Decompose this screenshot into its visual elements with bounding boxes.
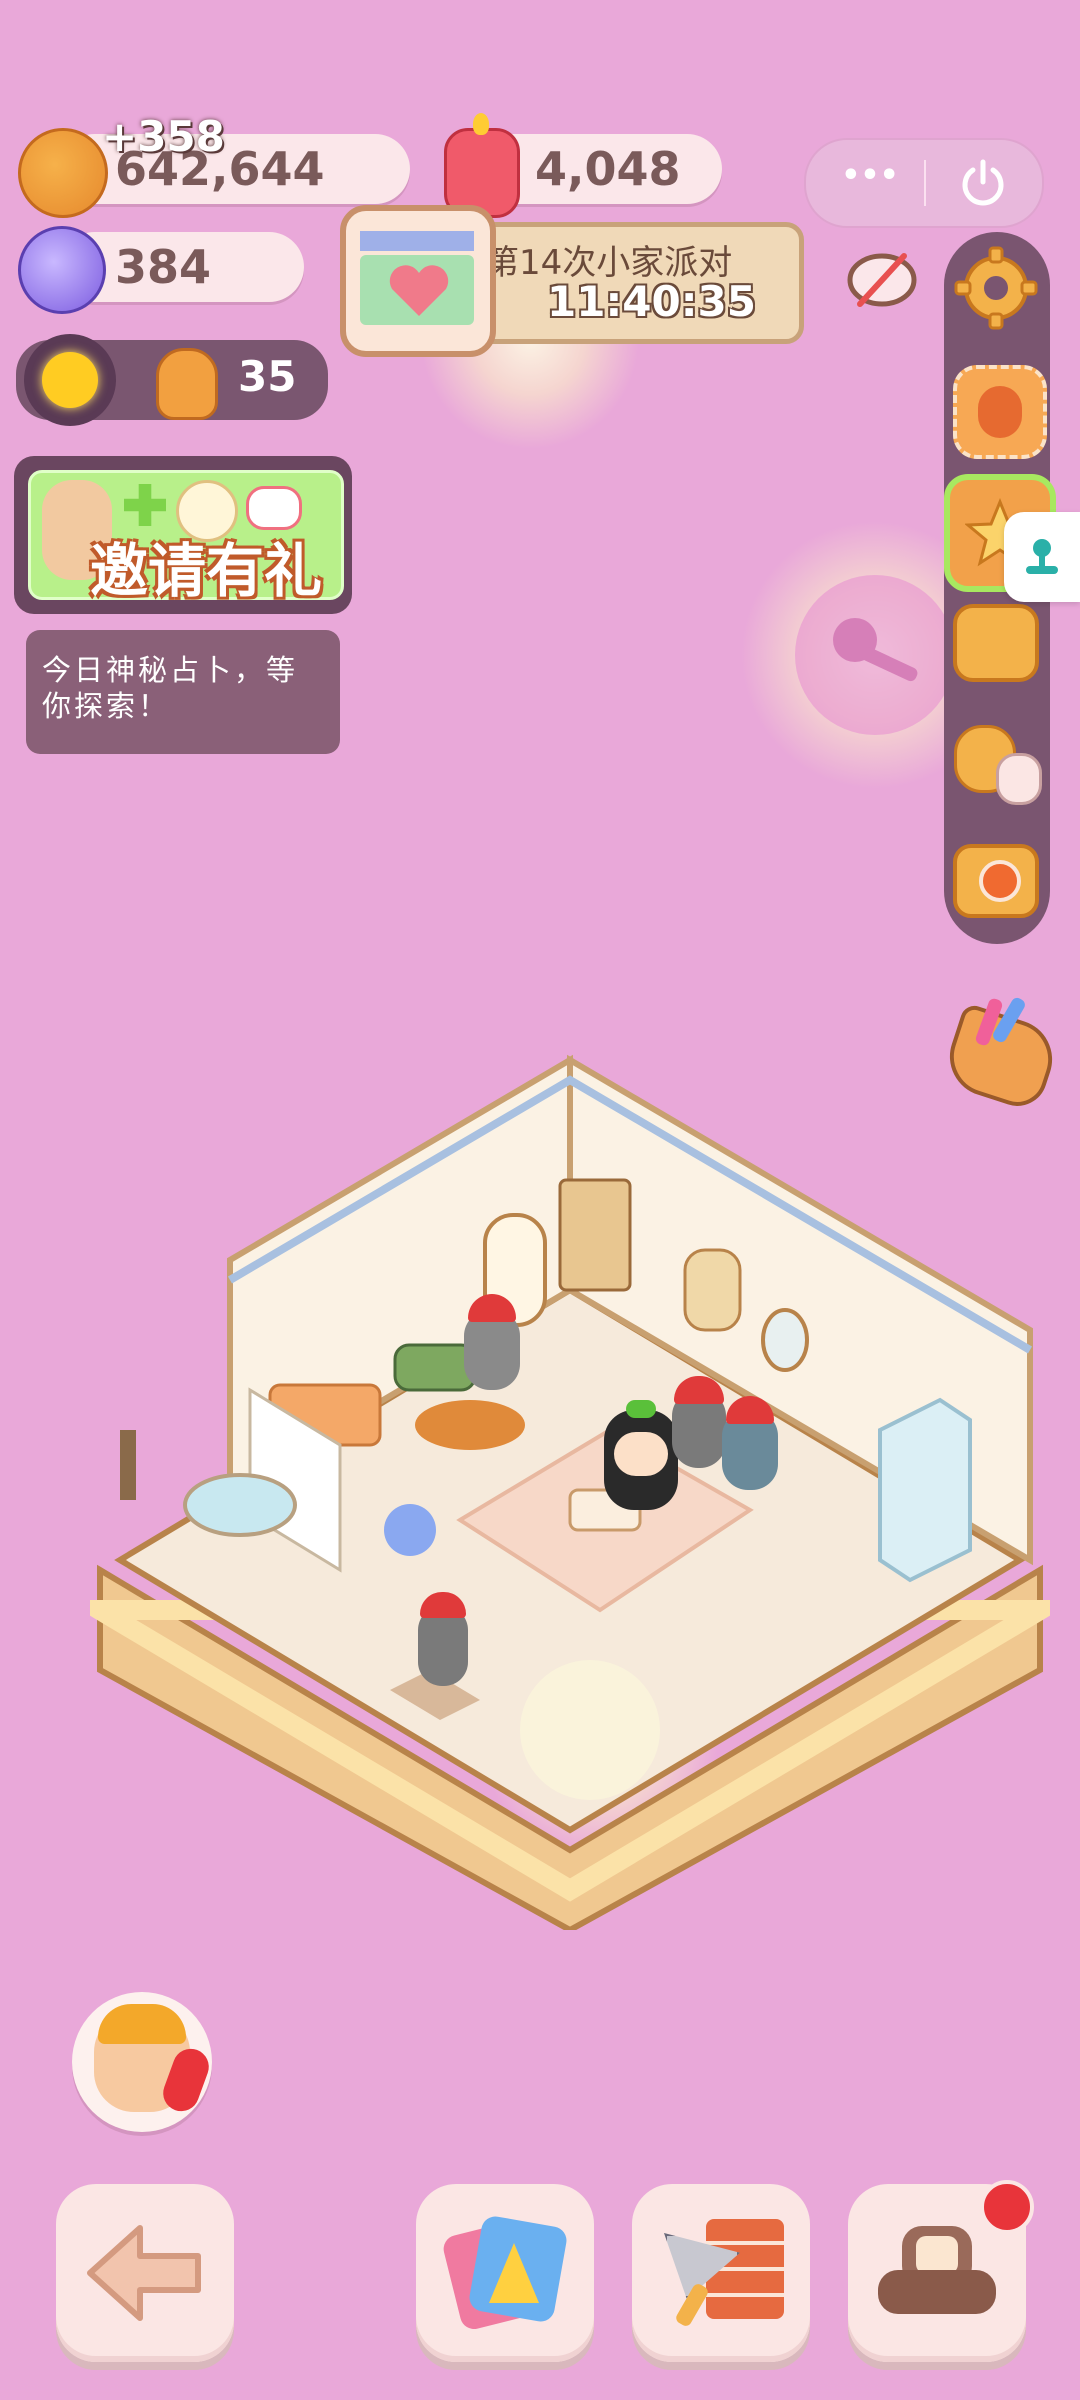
cookie-gain-text: +358 (102, 112, 225, 161)
gingerbread-counter: 35 (16, 334, 328, 426)
cookie-icon (18, 128, 108, 218)
furniture-sofa-icon (872, 2218, 1002, 2328)
backpack-icon (953, 604, 1039, 682)
isometric-room[interactable] (90, 1050, 1050, 1930)
notification-dot (980, 2180, 1034, 2234)
camera-icon (953, 844, 1039, 918)
build-trowel-icon (656, 2213, 786, 2333)
key-bubble[interactable] (795, 575, 955, 735)
helper-avatar-bubble[interactable] (72, 1992, 214, 2132)
key-icon (833, 618, 918, 682)
backpack-button[interactable] (953, 600, 1039, 686)
invite-banner[interactable]: 邀请有礼 (14, 456, 352, 614)
gear-icon (954, 246, 1038, 330)
more-button[interactable]: ••• (830, 158, 910, 193)
character-npc[interactable] (722, 1396, 778, 1490)
candy-icon (18, 226, 106, 314)
build-button[interactable] (632, 2184, 810, 2362)
settings-button[interactable] (953, 245, 1039, 331)
party-timer: 11:40:35 (547, 277, 756, 326)
character-npc[interactable] (418, 1592, 468, 1686)
party-gift-icon[interactable] (340, 205, 496, 357)
decor-cards-icon (440, 2213, 569, 2333)
friends-icon (954, 725, 1042, 805)
friends-button[interactable] (953, 722, 1042, 808)
fortune-tooltip[interactable]: 今日神秘占卜，等你探索！ (26, 630, 340, 754)
joystick-icon (1026, 539, 1058, 574)
character-npc[interactable] (672, 1376, 726, 1468)
candy-value: 384 (115, 240, 212, 294)
sun-icon (24, 334, 116, 426)
stamp-button[interactable] (953, 365, 1047, 459)
back-arrow-icon (87, 2225, 201, 2321)
player-character[interactable] (604, 1400, 678, 1510)
camera-button[interactable] (953, 838, 1039, 924)
stamp-icon (978, 386, 1022, 438)
floating-side-tab[interactable] (1004, 512, 1080, 602)
back-button[interactable] (56, 2184, 234, 2362)
gingerbread-value: 35 (238, 352, 297, 401)
candle-value: 4,048 (535, 142, 681, 196)
fortune-text: 今日神秘占卜，等你探索！ (42, 653, 299, 723)
character-npc[interactable] (464, 1294, 520, 1390)
gingerbread-icon (156, 348, 218, 420)
decor-cards-button[interactable] (416, 2184, 594, 2362)
eye-hidden-icon[interactable] (846, 248, 918, 312)
miniprogram-capsule: ••• (804, 138, 1044, 228)
invite-label: 邀请有礼 (90, 537, 323, 605)
power-icon[interactable] (956, 156, 1010, 210)
